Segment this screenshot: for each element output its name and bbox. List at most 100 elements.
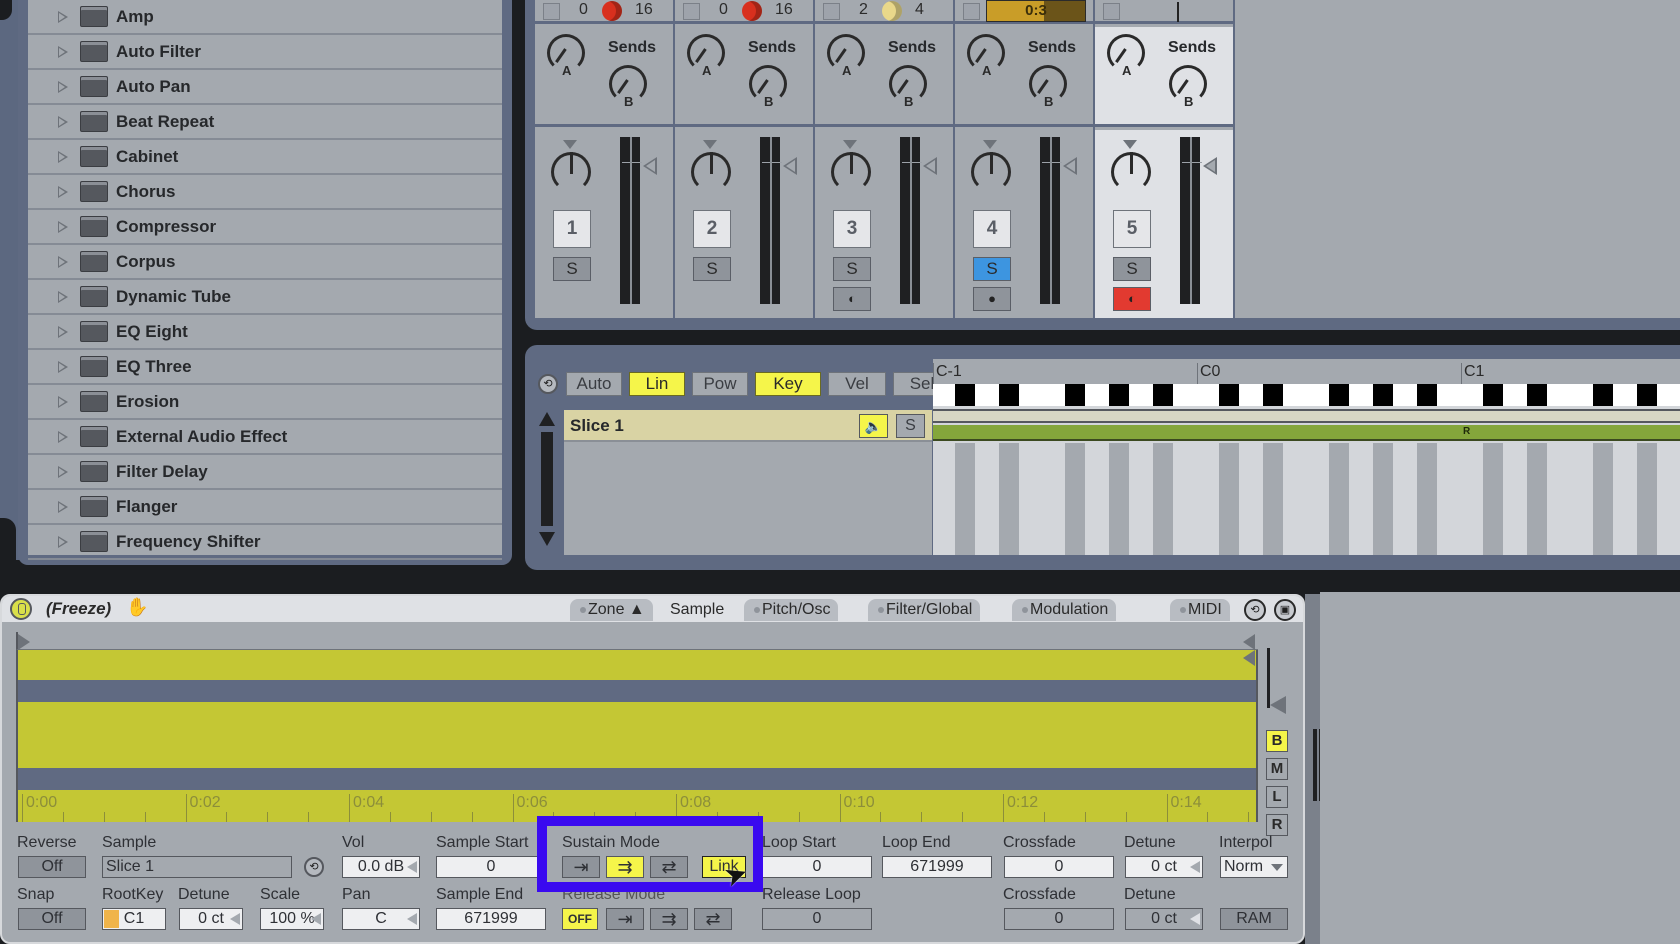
expand-triangle-icon[interactable] <box>58 396 68 408</box>
clip-stop-button[interactable] <box>683 3 700 20</box>
send-b-knob[interactable]: B <box>889 65 927 109</box>
expand-triangle-icon[interactable] <box>58 431 68 443</box>
release-mode-button[interactable]: ⇥ <box>606 908 644 930</box>
loop-detune2-field[interactable]: 0 ct <box>1125 908 1203 930</box>
fold-icon[interactable]: ⟲ <box>538 374 558 394</box>
black-key[interactable] <box>1417 384 1437 406</box>
pan-knob[interactable] <box>831 152 871 192</box>
slice-scrollbar[interactable] <box>538 412 556 554</box>
pan-field[interactable]: C <box>342 908 420 930</box>
pan-knob[interactable] <box>691 152 731 192</box>
crossfade-field[interactable]: 0 <box>1004 856 1114 878</box>
send-b-knob[interactable]: B <box>609 65 647 109</box>
browser-item[interactable]: Erosion <box>28 385 502 420</box>
browser-list[interactable]: Amp Auto Filter Auto Pan Beat Repeat Cabinet… <box>28 0 502 560</box>
toolbar-button-lin[interactable]: Lin <box>629 372 685 396</box>
hot-swap-icon[interactable]: ⟲ <box>1244 599 1266 621</box>
browser-item[interactable]: Amp <box>28 0 502 35</box>
speaker-icon[interactable]: 🔈 <box>859 414 888 438</box>
scale-field[interactable]: 100 % <box>260 908 324 930</box>
hot-swap-sample-icon[interactable]: ⟲ <box>304 857 324 877</box>
browser-toggle[interactable] <box>0 518 16 564</box>
sample-start-field[interactable]: 0 <box>436 856 546 878</box>
loop-detune-field[interactable]: 0 ct <box>1125 856 1203 878</box>
browser-item[interactable]: Cabinet <box>28 140 502 175</box>
expand-triangle-icon[interactable] <box>58 151 68 163</box>
arm-button[interactable]: ◐ <box>1113 287 1151 311</box>
note-bar[interactable]: R <box>933 425 1680 441</box>
volume-fader-handle[interactable] <box>923 157 937 175</box>
slice-solo-button[interactable]: S <box>896 414 925 438</box>
solo-button[interactable]: S <box>1113 257 1151 281</box>
crossfade2-field[interactable]: 0 <box>1004 908 1114 930</box>
expand-triangle-icon[interactable] <box>58 46 68 58</box>
tab-filterglobal[interactable]: Filter/Global <box>868 599 981 621</box>
track-activator-button[interactable]: 3 <box>833 210 871 248</box>
waveform-display[interactable]: 0:00 0:02 0:04 0:06 0:08 0:10 0:12 0:14 <box>16 650 1258 822</box>
pan-knob[interactable] <box>551 152 591 192</box>
track-activator-button[interactable]: 5 <box>1113 210 1151 248</box>
snap-toggle[interactable]: Off <box>18 908 86 930</box>
expand-triangle-icon[interactable] <box>58 256 68 268</box>
browser-item[interactable]: Frequency Shifter <box>28 525 502 560</box>
zoom-slider-handle[interactable] <box>1270 696 1286 714</box>
send-a-knob[interactable]: A <box>547 34 585 78</box>
solo-button[interactable]: S <box>833 257 871 281</box>
channel-button-l[interactable]: L <box>1266 786 1288 808</box>
send-b-knob[interactable]: B <box>1169 65 1207 109</box>
release-loop-field[interactable]: 0 <box>762 908 872 930</box>
black-key[interactable] <box>999 384 1019 406</box>
browser-item[interactable]: Auto Filter <box>28 35 502 70</box>
black-key[interactable] <box>1263 384 1283 406</box>
scroll-down-icon[interactable] <box>539 532 555 546</box>
browser-item[interactable]: Corpus <box>28 245 502 280</box>
clip-stop-button[interactable] <box>543 3 560 20</box>
expand-triangle-icon[interactable] <box>58 536 68 548</box>
send-a-knob[interactable]: A <box>967 34 1005 78</box>
black-key[interactable] <box>1527 384 1547 406</box>
browser-item[interactable]: Chorus <box>28 175 502 210</box>
black-key[interactable] <box>1109 384 1129 406</box>
expand-triangle-icon[interactable] <box>58 291 68 303</box>
toolbar-button-pow[interactable]: Pow <box>692 372 748 396</box>
expand-triangle-icon[interactable] <box>58 361 68 373</box>
expand-triangle-icon[interactable] <box>58 466 68 478</box>
sample-end-field[interactable]: 671999 <box>436 908 546 930</box>
loop-end-field[interactable]: 671999 <box>882 856 992 878</box>
ram-button[interactable]: RAM <box>1220 908 1288 930</box>
detune-field[interactable]: 0 ct <box>179 908 243 930</box>
tab-sample[interactable]: Sample <box>662 599 733 621</box>
black-key[interactable] <box>1483 384 1503 406</box>
solo-button[interactable]: S <box>553 257 591 281</box>
save-preset-icon[interactable]: ▣ <box>1274 599 1296 621</box>
slice-row[interactable]: Slice 1 🔈 S <box>564 410 932 442</box>
solo-button[interactable]: S <box>693 257 731 281</box>
expand-triangle-icon[interactable] <box>58 116 68 128</box>
black-key[interactable] <box>1065 384 1085 406</box>
black-key[interactable] <box>1637 384 1657 406</box>
loop-start-field[interactable]: 0 <box>762 856 872 878</box>
tab-zone[interactable]: Zone ▲ <box>570 599 653 621</box>
clip-stop-button[interactable] <box>1103 3 1120 20</box>
volume-fader-handle[interactable] <box>783 157 797 175</box>
volume-fader-handle[interactable] <box>1203 157 1217 175</box>
resize-handle[interactable] <box>1313 729 1317 801</box>
tab-midi[interactable]: MIDI <box>1170 599 1230 621</box>
track-activator-button[interactable]: 2 <box>693 210 731 248</box>
expand-triangle-icon[interactable] <box>58 501 68 513</box>
browser-item[interactable]: Filter Delay <box>28 455 502 490</box>
browser-item[interactable]: External Audio Effect <box>28 420 502 455</box>
piano-keys[interactable] <box>933 384 1680 406</box>
expand-triangle-icon[interactable] <box>58 221 68 233</box>
pan-knob[interactable] <box>971 152 1011 192</box>
volume-fader-handle[interactable] <box>1063 157 1077 175</box>
rootkey-field[interactable]: C1 <box>102 908 166 930</box>
vol-field[interactable]: 0.0 dB <box>342 856 420 878</box>
solo-button[interactable]: S <box>973 257 1011 281</box>
browser-item[interactable]: EQ Three <box>28 350 502 385</box>
send-b-knob[interactable]: B <box>1029 65 1067 109</box>
pan-knob[interactable] <box>1111 152 1151 192</box>
expand-triangle-icon[interactable] <box>58 326 68 338</box>
reverse-toggle[interactable]: Off <box>18 856 86 878</box>
browser-item[interactable]: Auto Pan <box>28 70 502 105</box>
